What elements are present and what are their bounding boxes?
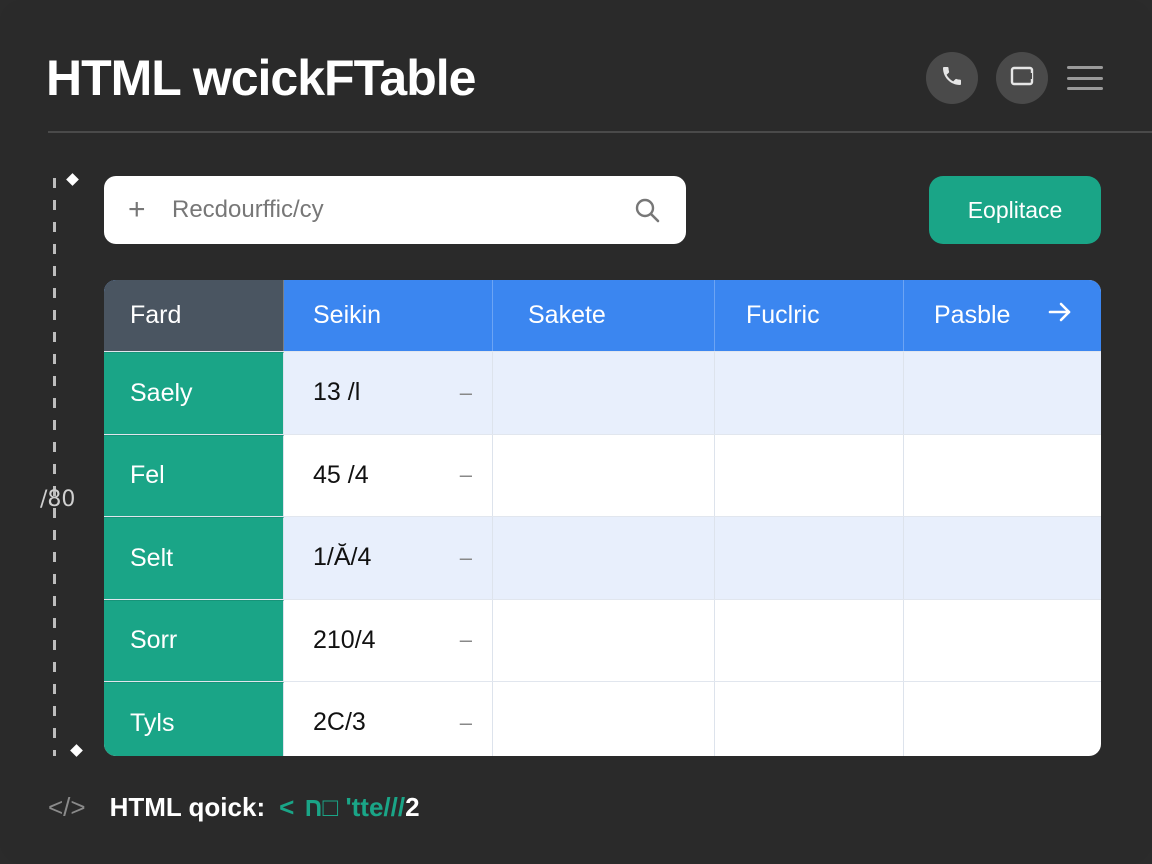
row-value-cell: 2C/3 – (284, 682, 493, 756)
table-cell[interactable] (715, 682, 904, 756)
column-header[interactable]: Sakete (493, 280, 715, 351)
row-value-cell: 1/Ă/4 – (284, 517, 493, 599)
page-title: HTML wcickFTable (46, 50, 476, 106)
row-label: Sorr (104, 599, 284, 681)
arrow-right-icon[interactable] (1047, 301, 1073, 330)
table-cell[interactable] (904, 682, 1101, 756)
row-value: 1/Ă/4 (313, 543, 372, 572)
code-icon: </> (48, 792, 86, 822)
window-icon (1010, 65, 1034, 92)
action-button[interactable]: Eoplitace (929, 176, 1101, 244)
row-value-cell: 210/4 – (284, 599, 493, 681)
table-row[interactable]: Sorr 210/4 – (104, 598, 1101, 682)
row-label: Saely (104, 352, 284, 434)
data-table: Fard Seikin Sakete Fuclric Pasble Saely … (104, 280, 1101, 756)
table-cell[interactable] (715, 352, 904, 434)
row-value: 210/4 (313, 625, 376, 654)
table-cell[interactable] (904, 435, 1101, 517)
table-cell[interactable] (493, 599, 715, 681)
search-bar[interactable]: + (104, 176, 686, 244)
top-toolbar (926, 52, 1104, 104)
footer-bar: </> HTML qoick: < ח□ 'tte/// 2 (48, 792, 420, 823)
table-row[interactable]: Selt 1/Ă/4 – (104, 516, 1101, 599)
table-row[interactable]: Fel 45 /4 – (104, 433, 1101, 517)
row-value-cell: 45 /4 – (284, 434, 493, 516)
search-input[interactable] (172, 196, 632, 224)
column-header[interactable]: Fard (104, 280, 284, 351)
menu-button[interactable] (1066, 63, 1104, 93)
row-marker: – (459, 462, 472, 488)
row-marker: – (459, 709, 472, 735)
plus-icon[interactable]: + (128, 195, 158, 225)
row-label: Fel (104, 434, 284, 516)
row-value-cell: 13 /l – (284, 352, 493, 434)
table-cell[interactable] (493, 352, 715, 434)
footer-label: HTML qoick: (109, 792, 266, 822)
row-value: 13 /l (313, 378, 361, 407)
table-row[interactable]: Tyls 2C/3 – (104, 681, 1101, 756)
footer-chevron[interactable]: < (279, 792, 294, 823)
column-header-last[interactable]: Pasble (904, 280, 1101, 351)
table-cell[interactable] (904, 600, 1101, 682)
search-icon[interactable] (632, 195, 662, 225)
menu-icon-bar (1067, 87, 1103, 90)
row-value: 2C/3 (313, 708, 366, 737)
ruler-top-handle[interactable] (66, 173, 79, 186)
column-header-label: Pasble (934, 301, 1011, 329)
vertical-ruler (53, 178, 56, 756)
row-marker: – (459, 544, 472, 570)
table-cell[interactable] (493, 434, 715, 516)
app-window: HTML wcickFTable /80 + Recdourffic/cy Eo… (0, 0, 1152, 864)
table-cell[interactable] (493, 682, 715, 756)
phone-button[interactable] (926, 52, 978, 104)
table-cell[interactable] (715, 434, 904, 516)
table-header-row: Fard Seikin Sakete Fuclric Pasble (104, 280, 1101, 351)
ruler-label: /80 (40, 487, 76, 512)
column-header[interactable]: Fuclric (715, 280, 904, 351)
table-cell[interactable] (904, 352, 1101, 434)
header-divider (48, 131, 1152, 133)
row-label: Selt (104, 517, 284, 599)
table-cell[interactable] (493, 517, 715, 599)
window-button[interactable] (996, 52, 1048, 104)
row-marker: – (459, 379, 472, 405)
footer-link[interactable]: ח□ 'tte/// (304, 792, 405, 823)
table-cell[interactable] (715, 517, 904, 599)
table-cell[interactable] (715, 599, 904, 681)
column-header[interactable]: Seikin (284, 280, 493, 351)
footer-page-number: 2 (405, 792, 420, 822)
row-value: 45 /4 (313, 460, 369, 489)
menu-icon-bar (1067, 66, 1103, 69)
table-cell[interactable] (904, 517, 1101, 599)
row-label: Tyls (104, 682, 284, 756)
phone-icon (940, 64, 964, 93)
menu-icon-bar (1067, 76, 1103, 80)
table-row[interactable]: Saely 13 /l – (104, 351, 1101, 434)
row-marker: – (459, 627, 472, 653)
ruler-bottom-handle[interactable] (70, 744, 83, 757)
